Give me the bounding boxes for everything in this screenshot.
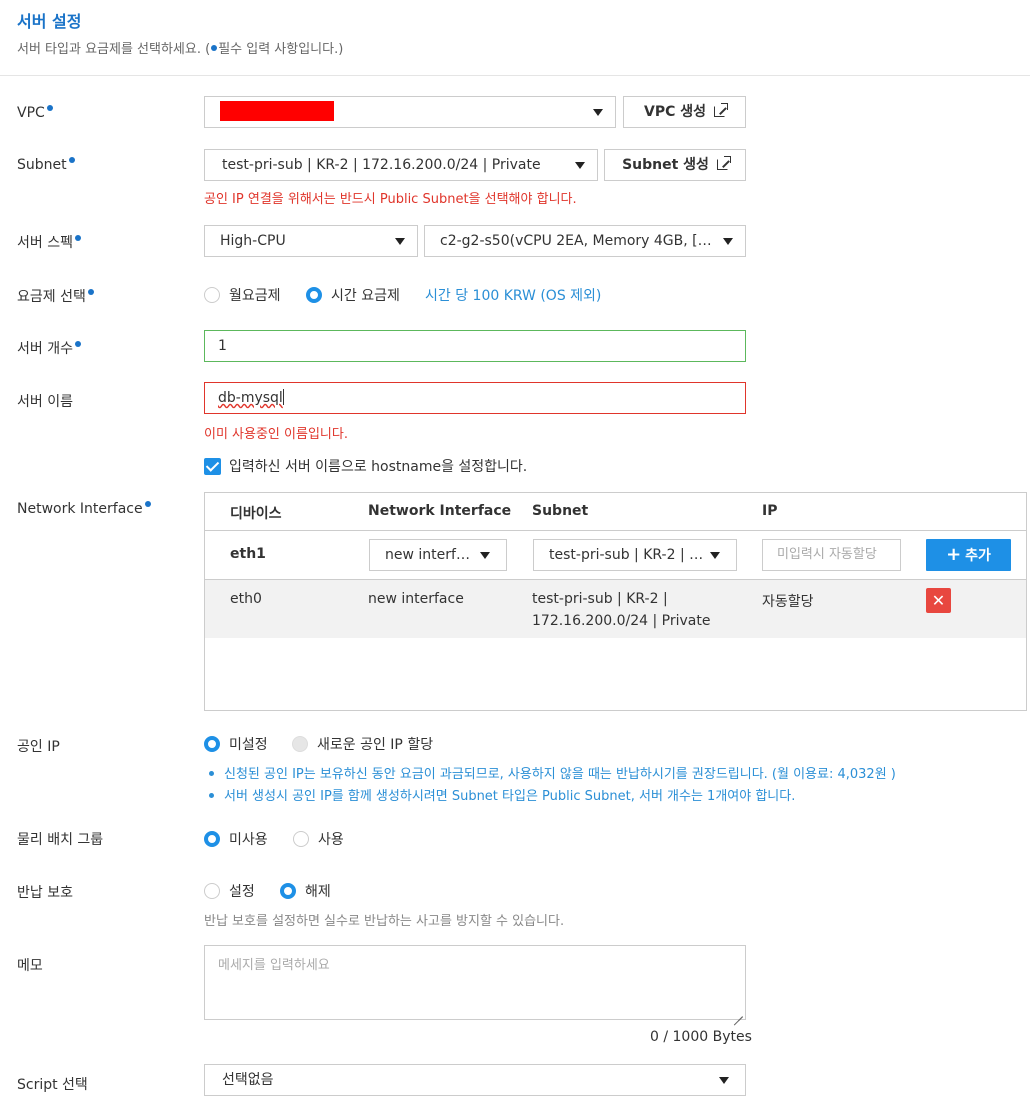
new-ip-input[interactable]: 미입력시 자동할당 [762, 539, 901, 571]
network-interface-table: 디바이스 Network Interface Subnet IP eth1 ne… [204, 492, 1027, 711]
radio-circle-disabled [292, 736, 308, 752]
radio-protection-off[interactable]: 해제 [280, 881, 331, 901]
pricing-label: 요금제 선택 [17, 286, 94, 306]
radio-public-ip-new[interactable]: 새로운 공인 IP 할당 [292, 734, 433, 754]
chevron-down-icon [395, 238, 405, 245]
memo-byte-counter: 0 / 1000 Bytes [650, 1029, 752, 1045]
chevron-down-icon [593, 109, 603, 116]
server-type-select[interactable]: High-CPU [204, 225, 418, 257]
required-dot-icon [211, 45, 218, 51]
server-count-label: 서버 개수 [17, 338, 81, 358]
radio-placement-unused[interactable]: 미사용 [204, 829, 268, 849]
server-name-label: 서버 이름 [17, 394, 73, 410]
required-dot-icon [74, 235, 81, 242]
radio-circle-selected [204, 831, 220, 847]
vpc-create-button[interactable]: VPC 생성 [623, 96, 746, 128]
table-row: eth0 new interface test-pri-sub | KR-2 |… [205, 580, 1026, 638]
checkbox-checked-icon [204, 457, 221, 475]
memo-placeholder: 메세지를 입력하세요 [218, 958, 330, 973]
new-subnet-select[interactable]: test-pri-sub | KR-2 | 172.16.200.0/24 | … [533, 539, 737, 571]
script-select[interactable]: 선택없음 [204, 1064, 746, 1096]
add-interface-button[interactable]: + 추가 [926, 539, 1011, 571]
return-protection-hint: 반납 보호를 설정하면 실수로 반납하는 사고를 방지할 수 있습니다. [204, 914, 565, 929]
radio-placement-used[interactable]: 사용 [293, 829, 344, 849]
public-ip-label: 공인 IP [17, 739, 60, 755]
required-dot-icon [87, 289, 94, 296]
radio-circle [204, 287, 220, 303]
row-subnet-line1: test-pri-sub | KR-2 | [532, 591, 668, 607]
server-spec-label: 서버 스펙 [17, 232, 81, 252]
chevron-down-icon [480, 552, 490, 559]
memo-label: 메모 [17, 958, 43, 974]
redacted-vpc-value [220, 101, 334, 121]
row-interface: new interface [368, 591, 464, 607]
table-header: 디바이스 Network Interface Subnet IP [205, 493, 1026, 531]
new-interface-select[interactable]: new interface [369, 539, 507, 571]
public-ip-note-1: 신청된 공인 IP는 보유하신 동안 요금이 과금되므로, 사용하지 않을 때는… [209, 763, 896, 782]
chevron-down-icon [575, 162, 585, 169]
radio-hourly[interactable]: 시간 요금제 [306, 285, 400, 305]
subtitle-prefix: 서버 타입과 요금제를 선택하세요. ( [17, 42, 211, 57]
script-label: Script 선택 [17, 1077, 88, 1093]
required-dot-icon [46, 105, 53, 112]
server-count-input[interactable]: 1 [204, 330, 746, 362]
subnet-create-button[interactable]: Subnet 생성 [604, 149, 746, 181]
column-header-subnet: Subnet [532, 503, 589, 519]
row-ip: 자동할당 [762, 594, 814, 610]
subnet-label: Subnet [17, 157, 75, 173]
vpc-label: VPC [17, 105, 53, 121]
radio-circle-selected [306, 287, 322, 303]
chevron-down-icon [719, 1077, 729, 1084]
section-header: 서버 설정 서버 타입과 요금제를 선택하세요. ( 필수 입력 사항입니다.) [0, 0, 1030, 76]
required-dot-icon [68, 157, 75, 164]
required-dot-icon [144, 501, 151, 508]
subnet-select[interactable]: test-pri-sub | KR-2 | 172.16.200.0/24 | … [204, 149, 598, 181]
table-row-new: eth1 new interface test-pri-sub | KR-2 |… [205, 531, 1026, 580]
plus-icon: + [946, 544, 962, 565]
server-name-error: 이미 사용중인 이름입니다. [204, 427, 348, 442]
return-protection-label: 반납 보호 [17, 885, 73, 901]
column-header-interface: Network Interface [368, 503, 512, 519]
radio-monthly[interactable]: 월요금제 [204, 285, 281, 305]
server-name-value: db-mysql [218, 390, 283, 406]
radio-protection-on[interactable]: 설정 [204, 881, 255, 901]
page-title: 서버 설정 [17, 12, 82, 31]
delete-interface-button[interactable]: ✕ [926, 588, 951, 613]
text-cursor [282, 389, 284, 405]
pricing-rate-note: 시간 당 100 KRW (OS 제외) [425, 288, 602, 304]
page-subtitle: 서버 타입과 요금제를 선택하세요. ( 필수 입력 사항입니다.) [17, 38, 343, 57]
external-link-icon [716, 156, 731, 170]
new-device-name: eth1 [230, 546, 266, 562]
public-ip-note-2: 서버 생성시 공인 IP를 함께 생성하시려면 Subnet 타입은 Publi… [209, 785, 795, 804]
row-subnet-line2: 172.16.200.0/24 | Private [532, 613, 711, 629]
memo-textarea[interactable]: 메세지를 입력하세요 [204, 945, 746, 1020]
required-dot-icon [74, 341, 81, 348]
column-header-ip: IP [762, 503, 778, 519]
vpc-select[interactable] [204, 96, 616, 128]
placement-group-label: 물리 배치 그룹 [17, 832, 104, 848]
row-device: eth0 [230, 591, 262, 607]
server-name-input[interactable]: db-mysql [204, 382, 746, 414]
hostname-checkbox[interactable]: 입력하신 서버 이름으로 hostname을 설정합니다. [204, 456, 527, 476]
subtitle-suffix: 필수 입력 사항입니다.) [218, 42, 344, 57]
external-link-icon [714, 103, 728, 117]
server-spec-select[interactable]: c2-g2-s50(vCPU 2EA, Memory 4GB, [SSD]50G… [424, 225, 746, 257]
radio-circle-selected [204, 736, 220, 752]
chevron-down-icon [723, 238, 733, 245]
radio-circle [293, 831, 309, 847]
network-interface-label: Network Interface [17, 501, 151, 517]
close-icon: ✕ [931, 591, 946, 610]
radio-circle [204, 883, 220, 899]
column-header-device: 디바이스 [230, 506, 282, 522]
resize-handle-icon[interactable] [734, 1008, 743, 1017]
chevron-down-icon [710, 552, 720, 559]
radio-circle-selected [280, 883, 296, 899]
subnet-error: 공인 IP 연결을 위해서는 반드시 Public Subnet을 선택해야 합… [204, 192, 577, 207]
radio-public-ip-none[interactable]: 미설정 [204, 734, 268, 754]
